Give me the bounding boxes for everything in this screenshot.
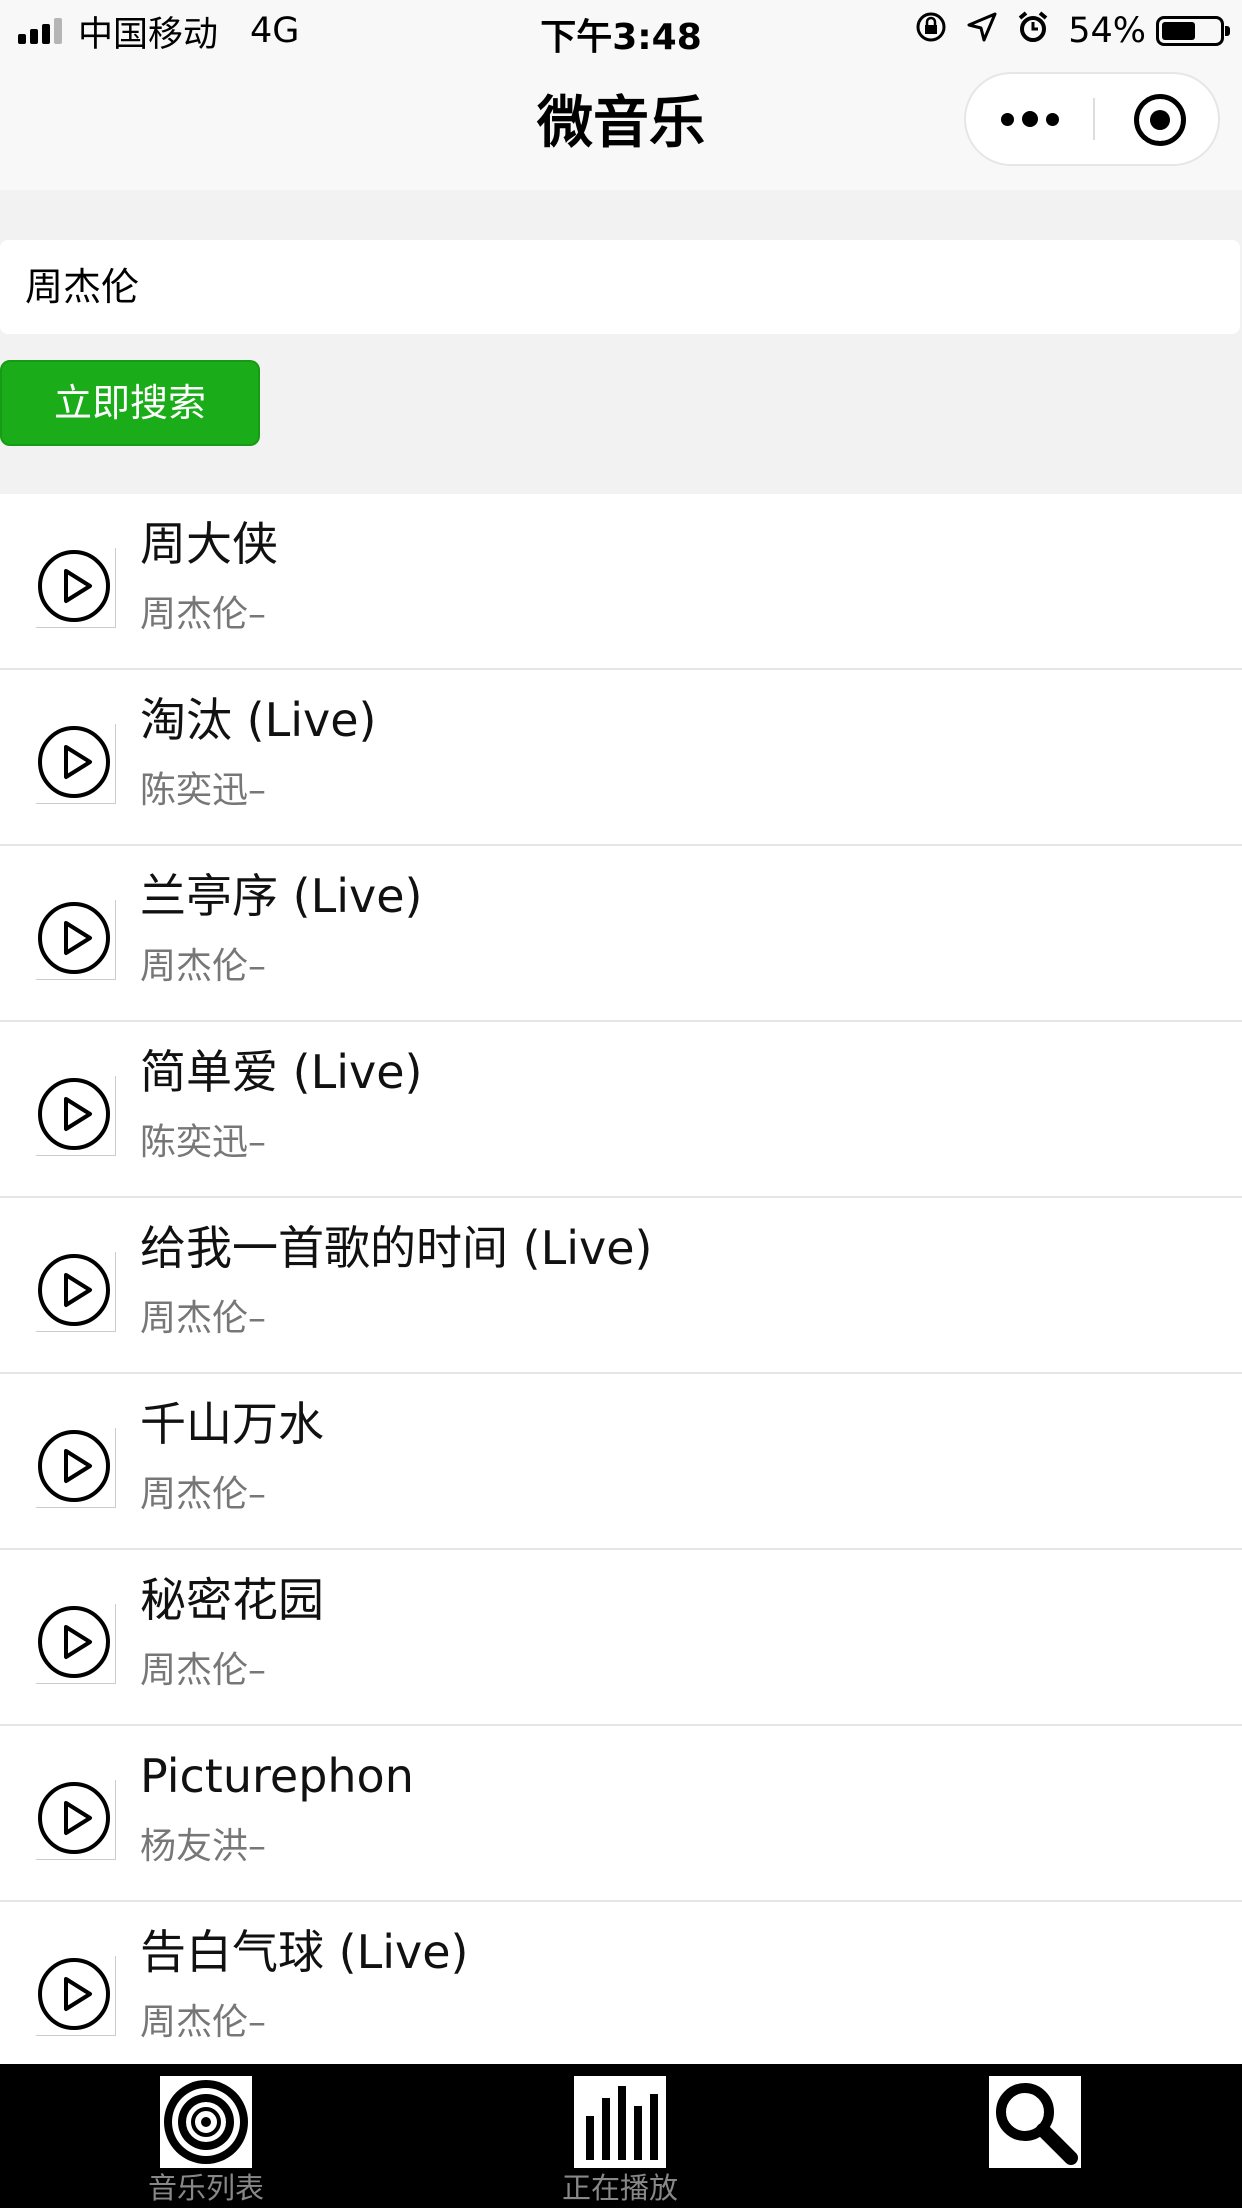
play-icon[interactable] bbox=[36, 724, 116, 804]
song-title: 兰亭序 (Live) bbox=[140, 869, 423, 923]
song-artist: 周杰伦– bbox=[140, 946, 267, 987]
song-artist: 杨友洪– bbox=[140, 1826, 267, 1867]
location-icon bbox=[966, 11, 998, 52]
play-icon[interactable] bbox=[36, 1428, 116, 1508]
song-row[interactable]: 兰亭序 (Live) 周杰伦– bbox=[0, 846, 1242, 1022]
tab-bar: 音乐列表 正在播放 bbox=[0, 2064, 1242, 2208]
tab-label: 正在播放 bbox=[561, 2171, 678, 2205]
song-artist: 周杰伦– bbox=[140, 1474, 267, 1515]
tab-label: 音乐列表 bbox=[147, 2171, 264, 2205]
battery-percent: 54% bbox=[1068, 11, 1146, 51]
tab-search[interactable] bbox=[935, 2076, 1135, 2208]
search-button[interactable]: 立即搜索 bbox=[0, 360, 260, 446]
alarm-icon bbox=[1016, 10, 1050, 53]
status-right: 54% bbox=[914, 8, 1230, 54]
song-artist: 周杰伦– bbox=[140, 594, 267, 635]
song-title: 千山万水 bbox=[140, 1397, 324, 1451]
song-artist: 周杰伦– bbox=[140, 2002, 267, 2043]
song-title: 周大侠 bbox=[140, 517, 278, 571]
play-icon[interactable] bbox=[36, 1604, 116, 1684]
tab-now-playing[interactable]: 正在播放 bbox=[520, 2076, 720, 2208]
play-icon[interactable] bbox=[36, 900, 116, 980]
search-icon bbox=[989, 2076, 1081, 2168]
play-icon[interactable] bbox=[36, 548, 116, 628]
capsule-divider bbox=[1093, 98, 1095, 140]
song-row[interactable]: Picturephon 杨友洪– bbox=[0, 1726, 1242, 1902]
play-icon[interactable] bbox=[36, 1780, 116, 1860]
song-row[interactable]: 淘汰 (Live) 陈奕迅– bbox=[0, 670, 1242, 846]
song-artist: 陈奕迅– bbox=[140, 770, 267, 811]
song-title: 给我一首歌的时间 (Live) bbox=[140, 1221, 653, 1275]
mini-program-capsule bbox=[964, 72, 1220, 166]
status-bar: 中国移动 4G 下午3:48 54% bbox=[0, 0, 1242, 62]
song-artist: 陈奕迅– bbox=[140, 1122, 267, 1163]
song-row[interactable]: 给我一首歌的时间 (Live) 周杰伦– bbox=[0, 1198, 1242, 1374]
song-row[interactable]: 告白气球 (Live) 周杰伦– bbox=[0, 1902, 1242, 2078]
song-row[interactable]: 千山万水周杰伦– bbox=[0, 1374, 1242, 1550]
song-title: 淘汰 (Live) bbox=[140, 693, 377, 747]
more-button[interactable] bbox=[966, 74, 1093, 164]
song-artist: 周杰伦– bbox=[140, 1650, 267, 1691]
vinyl-icon bbox=[160, 2076, 252, 2168]
song-artist: 周杰伦– bbox=[140, 1298, 267, 1339]
song-row[interactable]: 周大侠周杰伦– bbox=[0, 494, 1242, 670]
song-row[interactable]: 秘密花园周杰伦– bbox=[0, 1550, 1242, 1726]
nav-bar: 微音乐 bbox=[0, 62, 1242, 190]
song-title: 简单爱 (Live) bbox=[140, 1045, 423, 1099]
song-row[interactable]: 简单爱 (Live) 陈奕迅– bbox=[0, 1022, 1242, 1198]
search-input[interactable]: 周杰伦 bbox=[0, 240, 1240, 334]
close-mini-program-icon[interactable] bbox=[1134, 94, 1186, 146]
tab-music-list[interactable]: 音乐列表 bbox=[106, 2076, 306, 2208]
battery-icon bbox=[1156, 16, 1230, 46]
song-title: 秘密花园 bbox=[140, 1573, 324, 1627]
song-title: Picturephon bbox=[140, 1749, 414, 1803]
play-icon[interactable] bbox=[36, 1076, 116, 1156]
rotation-lock-icon bbox=[914, 10, 948, 53]
play-icon[interactable] bbox=[36, 1252, 116, 1332]
play-icon[interactable] bbox=[36, 1956, 116, 2036]
search-area: 周杰伦 立即搜索 bbox=[0, 190, 1242, 494]
equalizer-icon bbox=[574, 2076, 666, 2168]
song-title: 告白气球 (Live) bbox=[140, 1925, 469, 1979]
song-list: 周大侠周杰伦– 淘汰 (Live) 陈奕迅– 兰亭序 (Live) 周杰伦– 简单爱 (L… bbox=[0, 494, 1242, 2078]
